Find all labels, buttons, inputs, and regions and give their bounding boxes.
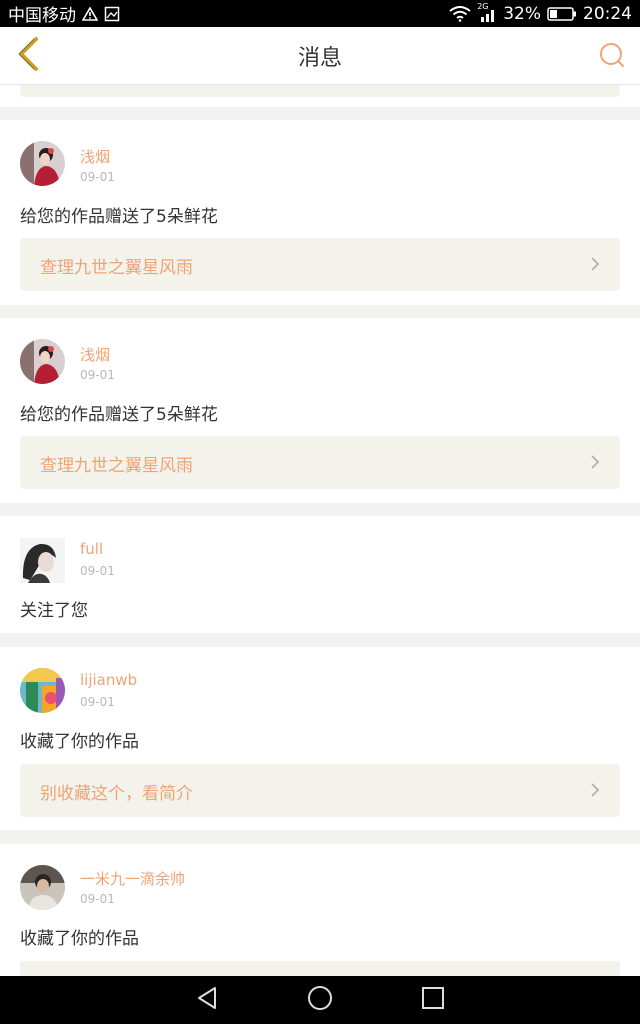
avatar[interactable]: [20, 865, 65, 910]
timestamp: 09-01: [80, 170, 115, 184]
carrier-label: 中国移动: [8, 6, 76, 26]
message-text: 给您的作品赠送了5朵鲜花: [20, 405, 218, 425]
username[interactable]: 浅烟: [80, 146, 110, 167]
timestamp: 09-01: [80, 368, 115, 382]
chevron-right-icon: [590, 256, 600, 276]
network-type-label: 2G: [477, 1, 489, 11]
search-button[interactable]: [592, 37, 632, 77]
work-link[interactable]: 查理九世之翼星风雨: [20, 436, 620, 489]
avatar[interactable]: [20, 668, 65, 713]
message-text: 给您的作品赠送了5朵鲜花: [20, 207, 218, 227]
back-button[interactable]: [8, 35, 48, 77]
message-item: full 09-01 关注了您: [0, 516, 640, 633]
header-bar: 消息: [0, 27, 640, 85]
work-link[interactable]: 别收藏这个，看简介: [20, 764, 620, 817]
search-icon: [597, 40, 627, 74]
message-item: 浅烟 09-01 给您的作品赠送了5朵鲜花 查理九世之翼星风雨: [0, 318, 640, 503]
home-circle-icon: [306, 984, 334, 1016]
page-title: 消息: [297, 45, 342, 71]
status-bar: 中国移动 2G 32% 20:24: [0, 0, 640, 27]
clock: 20:24: [583, 3, 632, 24]
nav-back-button[interactable]: [187, 980, 227, 1020]
previous-link-box[interactable]: [20, 85, 620, 97]
message-list[interactable]: 浅烟 09-01 给您的作品赠送了5朵鲜花 查理九世之翼星风雨 浅烟 09-01…: [0, 85, 640, 976]
avatar[interactable]: [20, 538, 65, 583]
status-right: 2G 32% 20:24: [449, 2, 632, 24]
recents-square-icon: [421, 986, 445, 1014]
chevron-left-icon: [16, 36, 40, 76]
message-item: 浅烟 09-01 给您的作品赠送了5朵鲜花 查理九世之翼星风雨: [0, 120, 640, 305]
wifi-icon: [449, 5, 471, 22]
previous-message-stub: [0, 85, 640, 107]
username[interactable]: lijianwb: [80, 671, 137, 689]
message-item: 一米九一滴余帅 09-01 收藏了你的作品: [0, 844, 640, 976]
signal-icon: 2G: [477, 2, 497, 22]
message-text: 收藏了你的作品: [20, 929, 139, 949]
message-text: 收藏了你的作品: [20, 732, 139, 752]
username[interactable]: full: [80, 540, 103, 558]
work-link-label: 别收藏这个，看简介: [40, 784, 193, 804]
work-link[interactable]: [20, 961, 620, 976]
work-link-label: 查理九世之翼星风雨: [40, 456, 193, 476]
username[interactable]: 一米九一滴余帅: [80, 868, 185, 889]
timestamp: 09-01: [80, 892, 115, 906]
system-nav-bar: [0, 976, 640, 1024]
avatar[interactable]: [20, 141, 65, 186]
chevron-right-icon: [590, 454, 600, 474]
warning-icon: [82, 6, 98, 21]
nav-recents-button[interactable]: [413, 980, 453, 1020]
chevron-right-icon: [590, 782, 600, 802]
battery-percent: 32%: [503, 3, 541, 24]
avatar[interactable]: [20, 339, 65, 384]
username[interactable]: 浅烟: [80, 344, 110, 365]
message-item: lijianwb 09-01 收藏了你的作品 别收藏这个，看简介: [0, 647, 640, 830]
timestamp: 09-01: [80, 695, 115, 709]
image-icon: [104, 6, 120, 22]
battery-icon: [547, 6, 577, 22]
message-text: 关注了您: [20, 601, 88, 621]
timestamp: 09-01: [80, 564, 115, 578]
nav-home-button[interactable]: [300, 980, 340, 1020]
back-triangle-icon: [194, 985, 220, 1015]
status-left: 中国移动: [8, 1, 120, 26]
work-link[interactable]: 查理九世之翼星风雨: [20, 238, 620, 291]
work-link-label: 查理九世之翼星风雨: [40, 258, 193, 278]
